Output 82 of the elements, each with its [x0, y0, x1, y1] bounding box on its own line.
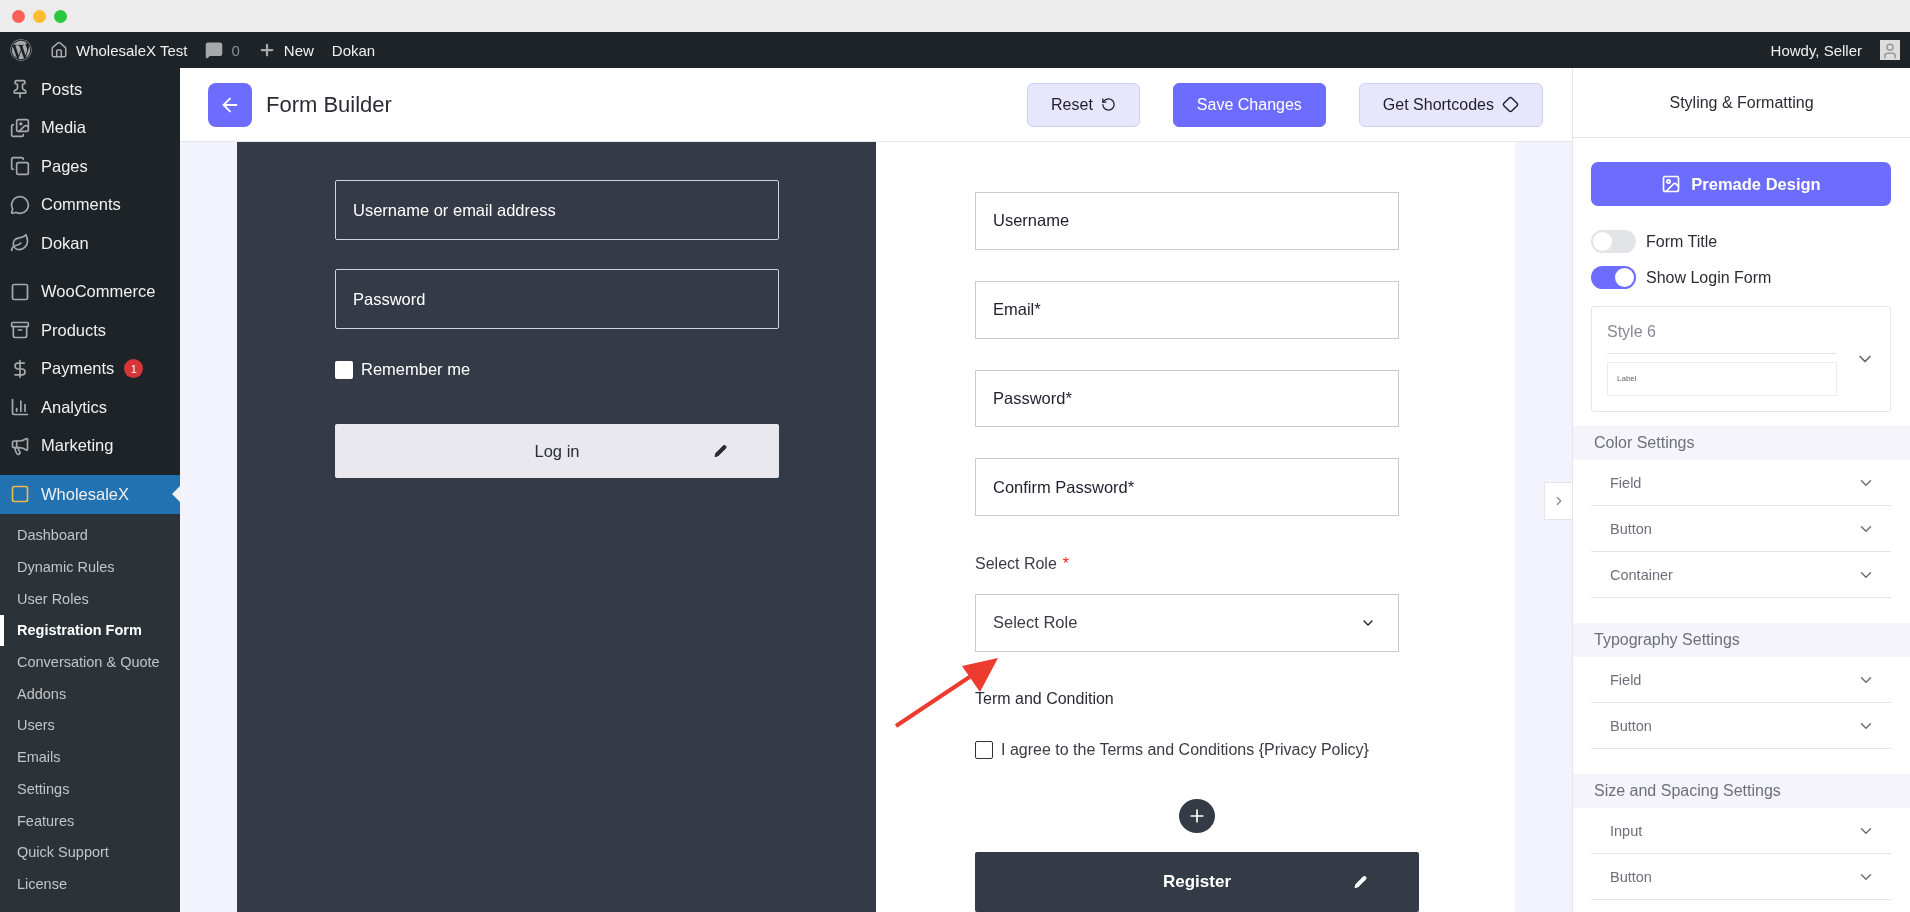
submenu-item[interactable]: License — [0, 868, 180, 900]
back-button[interactable] — [208, 82, 252, 127]
section-header: Size and Spacing Settings — [1573, 774, 1910, 808]
notification-badge: 1 — [124, 359, 144, 379]
field-label: Select Role — [975, 555, 1057, 574]
submenu-item[interactable]: Emails — [0, 741, 180, 773]
toggle-label: Show Login Form — [1646, 268, 1772, 287]
input-field[interactable]: Username — [975, 192, 1399, 250]
comment-count[interactable]: 0 — [231, 41, 240, 59]
toggle-label: Form Title — [1646, 232, 1718, 251]
register-button[interactable]: Register — [975, 851, 1419, 912]
sidebar-menu-item[interactable]: Pages — [0, 147, 180, 186]
toggle-switch[interactable] — [1591, 230, 1636, 253]
edit-icon[interactable] — [714, 444, 727, 458]
style-preview: Label — [1607, 361, 1837, 396]
submenu-item[interactable]: Users — [0, 709, 180, 742]
sidebar-menu-item[interactable]: Media — [0, 108, 180, 147]
image-icon[interactable] — [1661, 174, 1682, 194]
home-icon[interactable] — [50, 41, 68, 59]
checkbox[interactable] — [975, 740, 993, 759]
checkbox-label: I agree to the Terms and Conditions {Privacy Policy} — [1001, 740, 1369, 759]
add-field-button[interactable] — [1179, 798, 1215, 833]
dokan-link[interactable]: Dokan — [331, 41, 376, 59]
input-field[interactable]: Confirm Password* — [975, 458, 1399, 517]
new-link[interactable]: New — [283, 41, 314, 59]
sidebar-menu-item[interactable]: Dokan — [0, 224, 180, 263]
required-mark: * — [1062, 555, 1070, 574]
sidebar-menu-item[interactable]: WooCommerce — [0, 272, 180, 311]
accordion-item[interactable]: Button — [1591, 854, 1891, 900]
login-button[interactable]: Log in — [335, 424, 779, 478]
diamond-icon[interactable] — [1502, 96, 1519, 113]
sidebar-menu-item[interactable]: Marketing — [0, 426, 180, 465]
reset-icon[interactable] — [1100, 97, 1116, 112]
panel-title: Styling & Formatting — [1573, 68, 1910, 138]
sidebar-menu-item[interactable]: Analytics — [0, 388, 180, 427]
sidebar-menu-item[interactable]: Payments 1 — [0, 349, 180, 388]
role-select[interactable]: Select Role — [975, 594, 1399, 652]
input-field[interactable]: Password — [335, 269, 779, 329]
submenu-item[interactable]: Settings — [0, 773, 180, 805]
sidebar-menu-item[interactable]: Comments — [0, 185, 180, 224]
input-field[interactable]: Password* — [975, 369, 1399, 428]
maximize-window-dot[interactable] — [54, 9, 67, 23]
submenu-item[interactable]: Dashboard — [0, 519, 180, 552]
site-name-link[interactable]: WholesaleX Test — [76, 41, 188, 59]
accordion-item[interactable]: Button — [1591, 506, 1891, 552]
menu-icon — [9, 193, 31, 216]
sidebar-menu-item[interactable]: Products — [0, 311, 180, 350]
style-select[interactable]: Style 6 Label — [1591, 306, 1891, 412]
shortcode-button[interactable]: Get Shortcodes — [1358, 82, 1543, 127]
comment-icon[interactable] — [205, 41, 224, 59]
input-field[interactable]: Username or email address — [335, 180, 779, 240]
accordion-item[interactable]: Container — [1591, 552, 1891, 598]
submenu-item[interactable]: User Roles — [0, 582, 180, 615]
toggle-switch[interactable] — [1591, 266, 1636, 289]
accordion-item[interactable]: Field — [1591, 657, 1891, 703]
minimize-window-dot[interactable] — [33, 9, 46, 23]
page-title: Form Builder — [266, 91, 392, 118]
menu-icon — [9, 155, 31, 178]
style-name: Style 6 — [1607, 322, 1837, 354]
section-header: Color Settings — [1573, 426, 1910, 460]
checkbox-label: Remember me — [361, 360, 471, 379]
menu-icon — [9, 116, 31, 139]
sidebar-menu-item[interactable]: WholesaleX — [0, 475, 180, 514]
section-label: Term and Condition — [975, 689, 1115, 708]
submenu-item[interactable]: Features — [0, 804, 180, 837]
greeting-link[interactable]: Howdy, Seller — [1770, 41, 1862, 59]
wordpress-logo-icon[interactable] — [10, 39, 32, 61]
sidebar-menu-item[interactable]: Posts — [0, 70, 180, 109]
submenu-item[interactable]: Addons — [0, 677, 180, 710]
save-button[interactable]: Save Changes — [1172, 82, 1326, 127]
submenu-item[interactable]: Conversation & Quote — [0, 646, 180, 678]
input-field[interactable]: Email* — [975, 280, 1399, 339]
reset-button[interactable]: Reset — [1027, 82, 1140, 127]
checkbox[interactable] — [335, 360, 353, 379]
submenu-item[interactable]: Quick Support — [0, 836, 180, 869]
premade-design-button[interactable]: Premade Design — [1591, 162, 1891, 206]
accordion-item[interactable]: Field — [1591, 460, 1891, 506]
close-window-dot[interactable] — [12, 9, 25, 23]
accordion-item[interactable]: Input — [1591, 808, 1891, 854]
submenu-item[interactable]: Dynamic Rules — [0, 551, 180, 583]
section-header: Typography Settings — [1573, 623, 1910, 657]
accordion-item[interactable]: Button — [1591, 703, 1891, 749]
